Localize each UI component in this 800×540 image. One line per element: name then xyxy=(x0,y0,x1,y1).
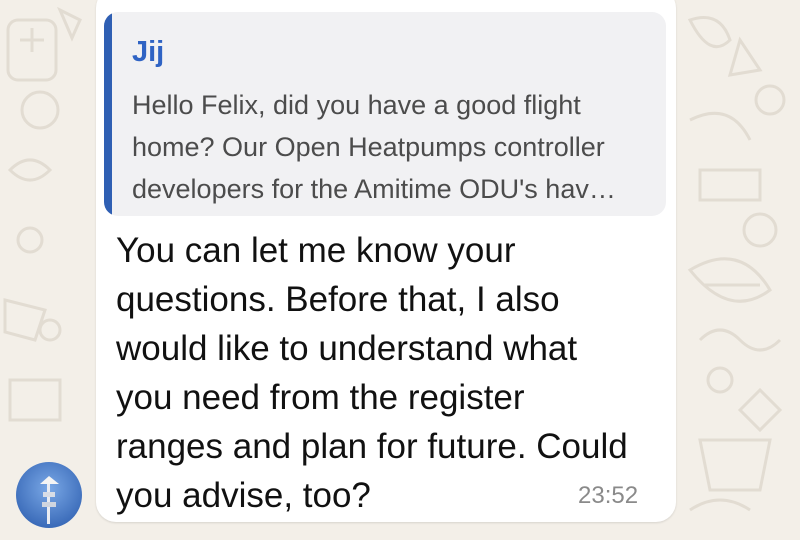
message-line: You can let me know your xyxy=(116,231,516,270)
contact-photo-icon xyxy=(16,462,82,528)
message-line: ranges and plan for future. Could xyxy=(116,427,628,466)
quote-line: home? Our Open Heatpumps controller xyxy=(132,132,605,162)
contact-avatar[interactable] xyxy=(16,462,82,528)
message-line: would like to understand what xyxy=(116,329,578,368)
quote-accent-bar xyxy=(104,12,112,216)
message-line: you need from the register xyxy=(116,378,525,417)
quote-line: developers for the Amitime ODU's hav… xyxy=(132,174,616,204)
message-text: You can let me know your questions. Befo… xyxy=(116,226,676,520)
quote-text: Hello Felix, did you have a good flight … xyxy=(132,84,652,210)
quote-author: Jij xyxy=(132,36,165,68)
quote-line: Hello Felix, did you have a good flight xyxy=(132,90,581,120)
message-line: questions. Before that, I also xyxy=(116,280,560,319)
message-timestamp: 23:52 xyxy=(578,482,639,509)
quoted-reply[interactable]: Jij Hello Felix, did you have a good fli… xyxy=(104,12,666,216)
